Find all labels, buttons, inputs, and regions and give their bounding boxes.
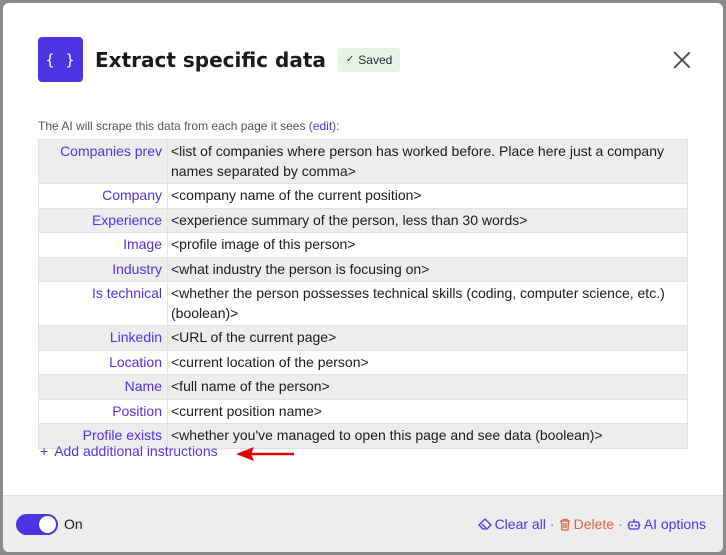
field-value: <company name of the current position> <box>167 183 688 209</box>
separator: · <box>618 516 623 532</box>
field-key: Image <box>38 232 168 258</box>
braces-icon: { } <box>38 37 83 82</box>
add-instructions-link[interactable]: + Add additional instructions <box>40 443 218 459</box>
edit-link[interactable]: edit <box>313 119 332 133</box>
check-icon: ✓ <box>345 54 355 65</box>
field-value: <full name of the person> <box>167 374 688 400</box>
field-value: <experience summary of the person, less … <box>167 207 688 233</box>
field-key: Name <box>38 374 168 400</box>
footer-actions: Clear all · Delete · AI options <box>477 516 706 532</box>
red-arrow-icon <box>236 447 294 461</box>
field-key: Company <box>38 183 168 209</box>
field-value: <what industry the person is focusing on… <box>167 256 688 282</box>
field-key: Is technical <box>38 281 168 326</box>
field-row: Industry <what industry the person is foc… <box>38 256 688 282</box>
field-value: <list of companies where person has work… <box>167 139 688 184</box>
ai-options-button[interactable]: AI options <box>627 516 706 532</box>
field-row: Linkedin <URL of the current page> <box>38 325 688 351</box>
field-key: Companies prev <box>38 139 168 184</box>
separator: · <box>549 516 555 532</box>
field-row: Location <current location of the person> <box>38 349 688 375</box>
plus-icon: + <box>40 443 49 459</box>
toggle-knob <box>39 516 56 533</box>
field-row: Is technical <whether the person possesse… <box>38 281 688 326</box>
robot-icon <box>627 518 641 530</box>
field-key: Linkedin <box>38 325 168 351</box>
clear-all-button[interactable]: Clear all <box>477 516 546 532</box>
description-text-after: ): <box>332 119 340 133</box>
field-row: Experience <experience summary of the per… <box>38 207 688 233</box>
field-value: <current position name> <box>167 398 688 424</box>
extract-data-dialog: { } Extract specific data ✓ Saved The AI… <box>3 3 723 552</box>
dialog-header: { } Extract specific data ✓ Saved <box>38 37 401 82</box>
field-key: Experience <box>38 207 168 233</box>
eraser-icon <box>477 518 492 530</box>
field-key: Industry <box>38 256 168 282</box>
field-value: <current location of the person> <box>167 349 688 375</box>
add-instructions-label: Add additional instructions <box>54 443 218 459</box>
field-row: Name <full name of the person> <box>38 374 688 400</box>
dialog-title: Extract specific data <box>95 47 326 72</box>
delete-label: Delete <box>573 516 615 532</box>
clear-all-label: Clear all <box>494 516 546 532</box>
description-text-before: The AI will scrape this data from each p… <box>38 119 313 133</box>
delete-button[interactable]: Delete <box>559 516 614 532</box>
field-value: <profile image of this person> <box>167 232 688 258</box>
fields-table: Companies prev <list of companies where p… <box>38 139 688 449</box>
field-key: Position <box>38 398 168 424</box>
field-row: Image <profile image of this person> <box>38 232 688 258</box>
field-key: Location <box>38 349 168 375</box>
description: The AI will scrape this data from each p… <box>38 119 340 133</box>
toggle-label: On <box>64 516 83 532</box>
dialog-footer: On Clear all · Delete · AI options <box>3 495 723 552</box>
saved-label: Saved <box>358 52 393 67</box>
saved-badge: ✓ Saved <box>337 47 401 72</box>
enable-toggle[interactable] <box>16 514 58 535</box>
trash-icon <box>559 518 570 531</box>
close-icon[interactable] <box>673 51 691 69</box>
field-row: Companies prev <list of companies where p… <box>38 139 688 184</box>
field-row: Position <current position name> <box>38 398 688 424</box>
field-row: Company <company name of the current posi… <box>38 183 688 209</box>
field-value: <whether the person possesses technical … <box>167 281 688 326</box>
ai-options-label: AI options <box>643 516 706 532</box>
field-value: <URL of the current page> <box>167 325 688 351</box>
